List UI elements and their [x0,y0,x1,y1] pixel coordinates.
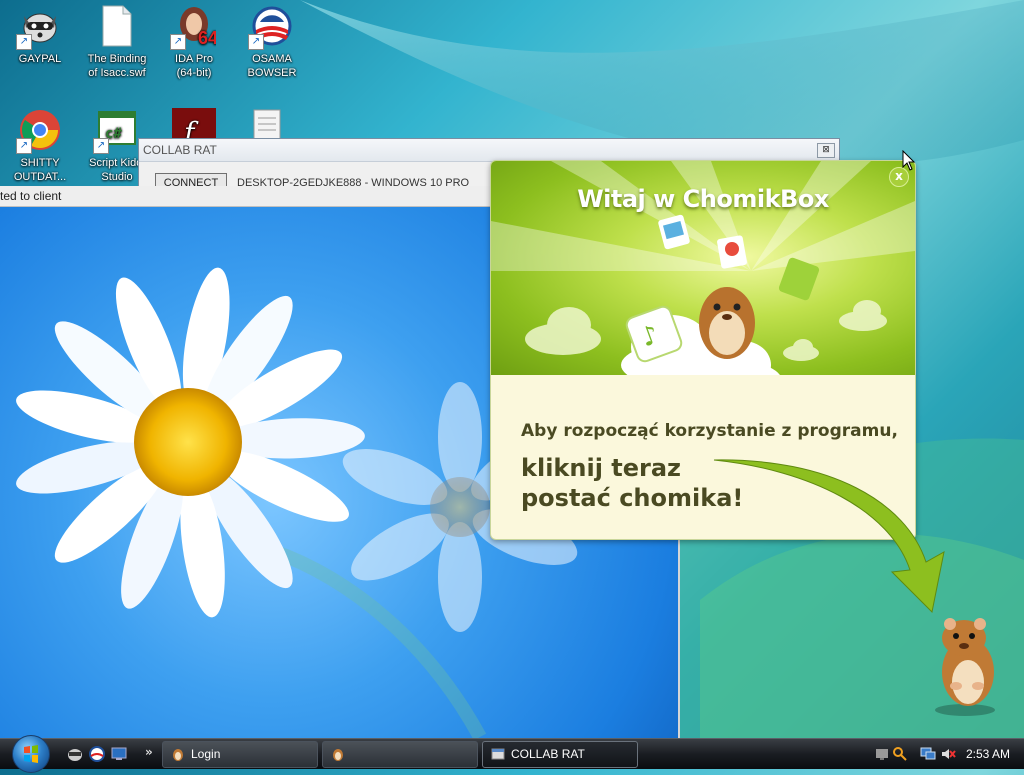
desktop-icon-label: The Binding [87,53,147,65]
shortcut-arrow-icon: ↗ [248,34,264,50]
desktop-icon-label: BOWSER [247,67,297,79]
taskbar-button-collab-rat[interactable]: COLLAB RAT [482,741,638,768]
desktop-icon-osama-bowser[interactable]: ↗ OSAMA BOWSER [232,4,312,80]
desktop-icon-label: SHITTY [20,157,60,169]
shortcut-arrow-icon: ↗ [93,138,109,154]
search-tray-icon[interactable] [892,746,908,762]
blank-file-icon [95,4,139,48]
ida-pro-icon: 64 ↗ [170,4,218,50]
window-app-icon [491,748,505,760]
hamster-icon [173,749,183,761]
csharp-icon: c# ↗ [93,108,139,154]
taskbar-button-login[interactable]: Login [162,741,318,768]
mouse-cursor-icon [902,150,916,171]
taskbar-button-label: COLLAB RAT [511,747,585,761]
campaign-logo-icon: ↗ [248,4,294,50]
desktop-icon-gaypal[interactable]: ↗ GAYPAL [0,4,80,66]
system-clock[interactable]: 2:53 AM [966,739,1010,769]
taskbar-button-hamster[interactable] [322,741,478,768]
popup-title: Witaj w ChomikBox [577,185,829,213]
desktop-icon-label: of Isacc.swf [88,67,146,79]
hamster-icon [333,749,343,761]
pointer-arrow [713,459,945,614]
desktop-icon-label: (64-bit) [176,67,212,79]
start-button[interactable] [8,735,52,773]
desktop-icon-label: OSAMA [252,53,292,65]
system-tray: 2:53 AM [868,739,1024,769]
taskbar-button-label: Login [191,747,221,761]
close-button[interactable]: ⊠ [817,143,835,158]
raccoon-icon: ↗ [16,4,62,50]
shortcut-arrow-icon: ↗ [16,34,32,50]
volume-muted-icon[interactable] [940,746,956,762]
window-title: COLLAB RAT [139,139,839,162]
taskbar: » Login COLLAB RAT 2:53 AM [0,735,1024,773]
campaign-quicklaunch-icon[interactable] [88,746,106,762]
desktop-icon-chrome[interactable]: ↗ SHITTY OUTDAT... [0,108,80,184]
hamster-mascot[interactable] [920,610,1010,720]
quick-launch-overflow[interactable]: » [145,745,153,759]
network-status-icon[interactable] [874,746,890,762]
desktop-icon-ida-pro[interactable]: 64 ↗ IDA Pro (64-bit) [154,4,234,80]
windows-orb-icon [12,735,50,773]
show-desktop-icon[interactable] [110,746,128,762]
monitor-tray-icon[interactable] [920,746,936,762]
raccoon-quicklaunch-icon[interactable] [66,746,84,762]
desktop-icon-label: OUTDAT... [13,171,67,183]
instruction-text: Aby rozpocząć korzystanie z programu, [521,421,898,441]
desktop-icon-label: GAYPAL [18,53,62,65]
shortcut-arrow-icon: ↗ [16,138,32,154]
desktop-icon-label: IDA Pro [175,53,213,65]
svg-text:64: 64 [198,28,216,48]
desktop-icon-binding-of-isaac[interactable]: The Binding of Isacc.swf [77,4,157,80]
chrome-icon: ↗ [16,108,62,154]
shortcut-arrow-icon: ↗ [170,34,186,50]
